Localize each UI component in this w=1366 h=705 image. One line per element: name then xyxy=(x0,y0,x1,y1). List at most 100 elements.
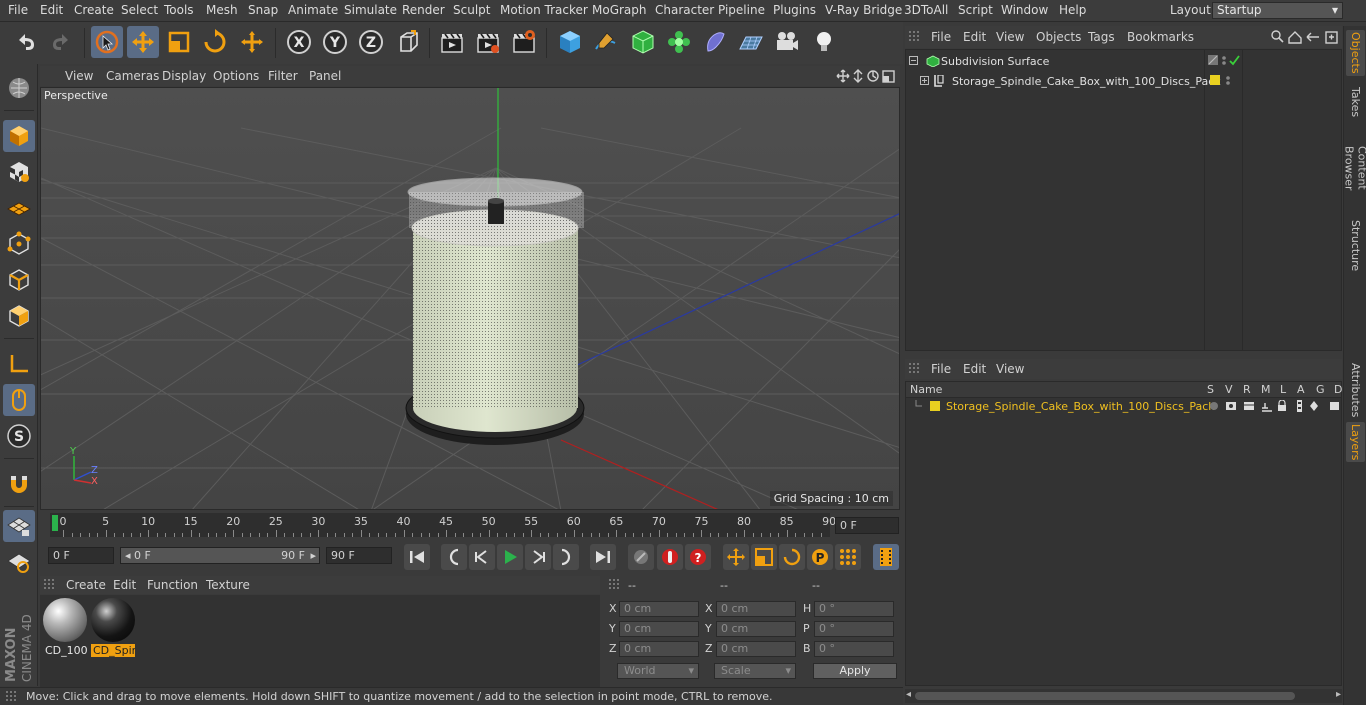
tab-content-browser[interactable]: Content Browser xyxy=(1343,126,1366,210)
object-menu-edit[interactable]: Edit xyxy=(963,30,986,44)
coordinate-space-dropdown[interactable]: World ▾ xyxy=(617,663,699,679)
key-parameter-button[interactable]: P xyxy=(807,544,833,570)
frame-range-slider[interactable]: ◂ 0 F 90 F ▸ xyxy=(120,547,320,564)
object-layer-color-icons[interactable] xyxy=(1208,75,1240,87)
menu-file[interactable]: File xyxy=(8,3,28,17)
column-deformers[interactable]: D xyxy=(1334,383,1342,396)
object-visibility-icons[interactable] xyxy=(1208,55,1240,67)
tab-layers[interactable]: Layers xyxy=(1346,422,1365,462)
menu-window[interactable]: Window xyxy=(1001,3,1048,17)
layer-menu-file[interactable]: File xyxy=(931,362,951,376)
tab-objects[interactable]: Objects xyxy=(1346,30,1365,76)
next-key-button[interactable] xyxy=(553,544,579,570)
position-z-field[interactable]: 0 cm xyxy=(619,641,699,657)
material-menu-edit[interactable]: Edit xyxy=(113,578,136,592)
subdivision-surface-button[interactable] xyxy=(627,26,659,58)
viewport-navigation-icons[interactable] xyxy=(836,69,900,83)
menu-sculpt[interactable]: Sculpt xyxy=(453,3,490,17)
viewport-menu-panel[interactable]: Panel xyxy=(309,69,341,83)
scroll-right-icon[interactable]: ▸ xyxy=(1336,689,1341,700)
redo-button[interactable] xyxy=(45,26,77,58)
viewport-perspective[interactable]: Y Z X Perspective Grid Spacing : 10 cm xyxy=(40,87,900,510)
current-frame-field[interactable]: 0 F xyxy=(835,517,899,534)
column-manager[interactable]: M xyxy=(1261,383,1271,396)
live-selection-button[interactable] xyxy=(91,26,123,58)
object-menu-file[interactable]: File xyxy=(931,30,951,44)
menu-create[interactable]: Create xyxy=(74,3,114,17)
size-mode-dropdown[interactable]: Scale ▾ xyxy=(714,663,796,679)
position-y-field[interactable]: 0 cm xyxy=(619,621,699,637)
key-scale-button[interactable] xyxy=(751,544,777,570)
menu-help[interactable]: Help xyxy=(1059,3,1086,17)
record-keys-button[interactable] xyxy=(628,544,654,570)
rotation-b-field[interactable]: 0 ° xyxy=(814,641,894,657)
previous-key-button[interactable] xyxy=(441,544,467,570)
menu-character[interactable]: Character xyxy=(655,3,714,17)
apply-button[interactable]: Apply xyxy=(813,663,897,679)
floor-button[interactable] xyxy=(735,26,767,58)
layer-menu-view[interactable]: View xyxy=(996,362,1024,376)
make-editable-button[interactable] xyxy=(3,72,35,104)
move-tool-button[interactable] xyxy=(127,26,159,58)
material-item[interactable]: CD_100 xyxy=(43,598,87,658)
object-row[interactable]: Subdivision Surface xyxy=(906,51,1341,71)
size-x-field[interactable]: 0 cm xyxy=(716,601,796,617)
texture-mode-button[interactable] xyxy=(3,156,35,188)
menu-vray-bridge[interactable]: V-Ray Bridge xyxy=(825,3,902,17)
size-y-field[interactable]: 0 cm xyxy=(716,621,796,637)
column-solo[interactable]: S xyxy=(1207,383,1214,396)
key-position-button[interactable] xyxy=(723,544,749,570)
playhead[interactable] xyxy=(52,515,58,531)
edges-mode-button[interactable] xyxy=(3,264,35,296)
column-locked[interactable]: L xyxy=(1280,383,1286,396)
start-frame-field[interactable]: 0 F xyxy=(48,547,114,564)
timeline[interactable]: 0 5 10 15 20 25 30 35 40 45 50 55 60 65 70 75 80 85 90 0 F xyxy=(40,512,902,540)
material-menu-function[interactable]: Function xyxy=(147,578,198,592)
menu-pipeline[interactable]: Pipeline xyxy=(718,3,765,17)
pen-spline-button[interactable] xyxy=(590,26,622,58)
menu-tools[interactable]: Tools xyxy=(164,3,194,17)
menu-select[interactable]: Select xyxy=(121,3,158,17)
key-pla-button[interactable] xyxy=(835,544,861,570)
layer-horizontal-scrollbar[interactable]: ◂ ▸ xyxy=(905,689,1342,703)
render-settings-button[interactable] xyxy=(508,26,540,58)
material-menu-texture[interactable]: Texture xyxy=(206,578,250,592)
menu-script[interactable]: Script xyxy=(958,3,993,17)
object-menu-bookmarks[interactable]: Bookmarks xyxy=(1127,30,1194,44)
camera-button[interactable] xyxy=(771,26,803,58)
transform-tool-button[interactable] xyxy=(236,26,268,58)
rotation-p-field[interactable]: 0 ° xyxy=(814,621,894,637)
object-menu-objects[interactable]: Objects xyxy=(1036,30,1081,44)
tab-takes[interactable]: Takes xyxy=(1346,82,1365,122)
column-view[interactable]: V xyxy=(1225,383,1233,396)
menu-simulate[interactable]: Simulate xyxy=(344,3,397,17)
solo-button[interactable]: S xyxy=(3,420,35,452)
tab-structure[interactable]: Structure xyxy=(1346,218,1365,274)
menu-mograph[interactable]: MoGraph xyxy=(592,3,647,17)
coordinate-system-button[interactable] xyxy=(392,26,424,58)
material-menu-create[interactable]: Create xyxy=(66,578,106,592)
menu-motion-tracker[interactable]: Motion Tracker xyxy=(500,3,588,17)
menu-mesh[interactable]: Mesh xyxy=(206,3,238,17)
tab-attributes[interactable]: Attributes xyxy=(1346,362,1365,418)
cake-box-model[interactable] xyxy=(405,177,585,445)
menu-snap[interactable]: Snap xyxy=(248,3,278,17)
scroll-left-icon[interactable]: ◂ xyxy=(906,689,911,700)
timeline-button[interactable] xyxy=(873,544,899,570)
column-animation[interactable]: A xyxy=(1297,383,1305,396)
workplane-mode-button[interactable] xyxy=(3,192,35,224)
snap-button[interactable] xyxy=(3,468,35,500)
rotate-tool-button[interactable] xyxy=(199,26,231,58)
keyframe-selection-button[interactable]: ? xyxy=(685,544,711,570)
layer-toggle-icons[interactable] xyxy=(1208,400,1342,412)
menu-3dtoall[interactable]: 3DToAll xyxy=(904,3,948,17)
layer-menu-edit[interactable]: Edit xyxy=(963,362,986,376)
previous-frame-button[interactable] xyxy=(469,544,495,570)
layer-color-swatch[interactable] xyxy=(914,400,944,412)
viewport-menu-view[interactable]: View xyxy=(65,69,93,83)
viewport-menu-cameras[interactable]: Cameras xyxy=(106,69,159,83)
render-view-button[interactable] xyxy=(436,26,468,58)
menu-animate[interactable]: Animate xyxy=(288,3,338,17)
x-axis-lock-button[interactable]: X xyxy=(283,26,315,58)
model-mode-button[interactable] xyxy=(3,120,35,152)
